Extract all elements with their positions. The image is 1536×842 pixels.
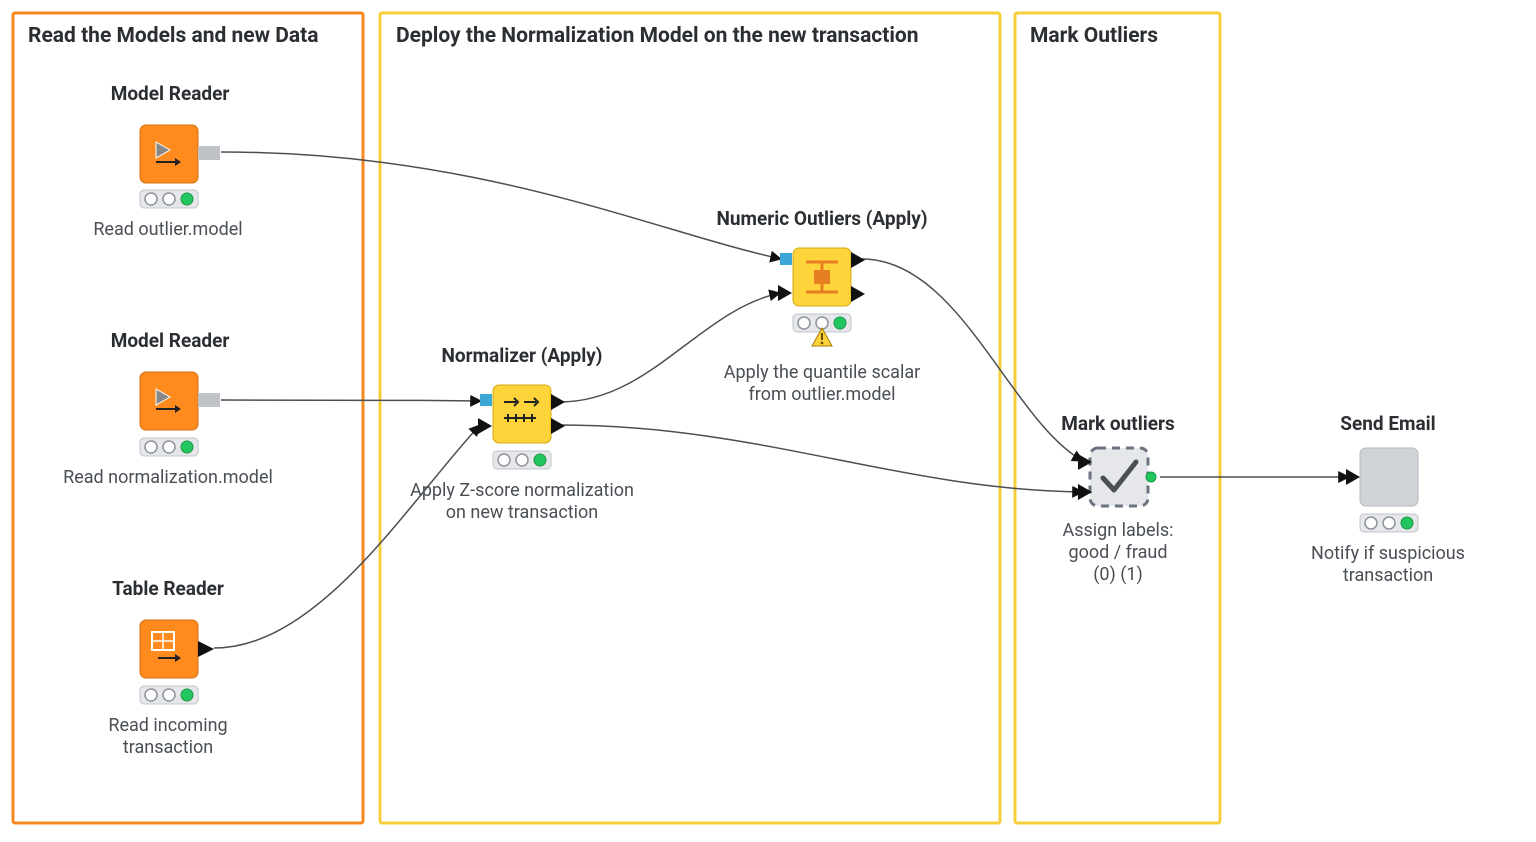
node-table-reader-title: Table Reader (112, 577, 224, 600)
workflow-canvas[interactable]: Read the Models and new Data Deploy the … (0, 0, 1536, 842)
node-normalizer-title: Normalizer (Apply) (442, 344, 603, 367)
node-send-email-desc2: transaction (1343, 565, 1433, 586)
output-port-icon (551, 418, 565, 434)
port-stub-icon (198, 146, 220, 160)
input-port-data-icon (478, 418, 492, 434)
node-model-reader-2-title: Model Reader (111, 329, 230, 352)
group-deploy (380, 13, 1000, 823)
node-mark-outliers[interactable]: Mark outliers Assign labels: good / frau… (1061, 412, 1175, 585)
port-stub-icon (198, 393, 220, 407)
output-port-icon (851, 252, 865, 268)
node-numeric-outliers-desc2: from outlier.model (749, 384, 896, 405)
node-mark-outliers-desc1: Assign labels: (1062, 520, 1173, 541)
node-send-email-body[interactable] (1360, 448, 1418, 506)
node-send-email-desc1: Notify if suspicious (1311, 543, 1465, 564)
node-numeric-outliers[interactable]: Numeric Outliers (Apply) Apply the quant… (716, 207, 927, 405)
node-send-email[interactable]: Send Email Notify if suspicious transact… (1311, 412, 1465, 586)
output-port-icon (551, 394, 565, 410)
node-model-reader-2-desc: Read normalization.model (63, 467, 273, 488)
status-indicator (140, 438, 198, 456)
edge-modelreader2-normalizer (221, 400, 481, 401)
node-normalizer-desc2: on new transaction (446, 502, 599, 523)
output-port-icon (198, 641, 214, 657)
node-mark-outliers-body[interactable] (1090, 448, 1148, 506)
node-model-reader-2-body[interactable] (140, 372, 198, 430)
node-model-reader-1-title: Model Reader (111, 82, 230, 105)
status-indicator (1360, 514, 1418, 532)
edge-normalizer-markoutliers (560, 425, 1083, 492)
node-numeric-outliers-desc1: Apply the quantile scalar (724, 362, 920, 383)
output-port-icon (851, 286, 865, 302)
node-model-reader-1-body[interactable] (140, 125, 198, 183)
status-indicator (140, 686, 198, 704)
node-normalizer-body[interactable] (493, 385, 551, 443)
status-indicator (493, 451, 551, 469)
node-model-reader-1-desc: Read outlier.model (93, 219, 242, 240)
status-indicator (140, 190, 198, 208)
node-table-reader-desc1: Read incoming (108, 715, 227, 736)
node-mark-outliers-desc2: good / fraud (1068, 542, 1167, 563)
group-read-title: Read the Models and new Data (28, 24, 319, 48)
node-table-reader-desc2: transaction (123, 737, 213, 758)
node-numeric-outliers-title: Numeric Outliers (Apply) (716, 207, 927, 230)
node-mark-outliers-title: Mark outliers (1061, 412, 1175, 435)
input-port-model-icon (480, 394, 492, 406)
node-mark-outliers-desc3: (0) (1) (1093, 564, 1143, 585)
node-normalizer-desc1: Apply Z-score normalization (410, 480, 634, 501)
input-port-icon (1346, 469, 1360, 485)
node-model-reader-1[interactable]: Model Reader Read outlier.model (93, 82, 242, 240)
node-table-reader[interactable]: Table Reader Read incoming transaction (108, 577, 227, 758)
group-deploy-title: Deploy the Normalization Model on the ne… (396, 24, 919, 48)
group-mark-title: Mark Outliers (1030, 24, 1158, 48)
edge-numericoutliers-markoutliers (862, 259, 1083, 461)
edge-tablereader-normalizer (214, 425, 480, 648)
input-port-data-icon (778, 285, 792, 301)
edge-modelreader1-numericoutliers (221, 152, 781, 259)
input-port-icon (1078, 454, 1092, 470)
node-normalizer[interactable]: Normalizer (Apply) Apply Z-score normali… (410, 344, 634, 523)
input-port-model-icon (780, 253, 792, 265)
node-model-reader-2[interactable]: Model Reader Read normalization.model (63, 329, 273, 488)
node-send-email-title: Send Email (1340, 412, 1435, 435)
